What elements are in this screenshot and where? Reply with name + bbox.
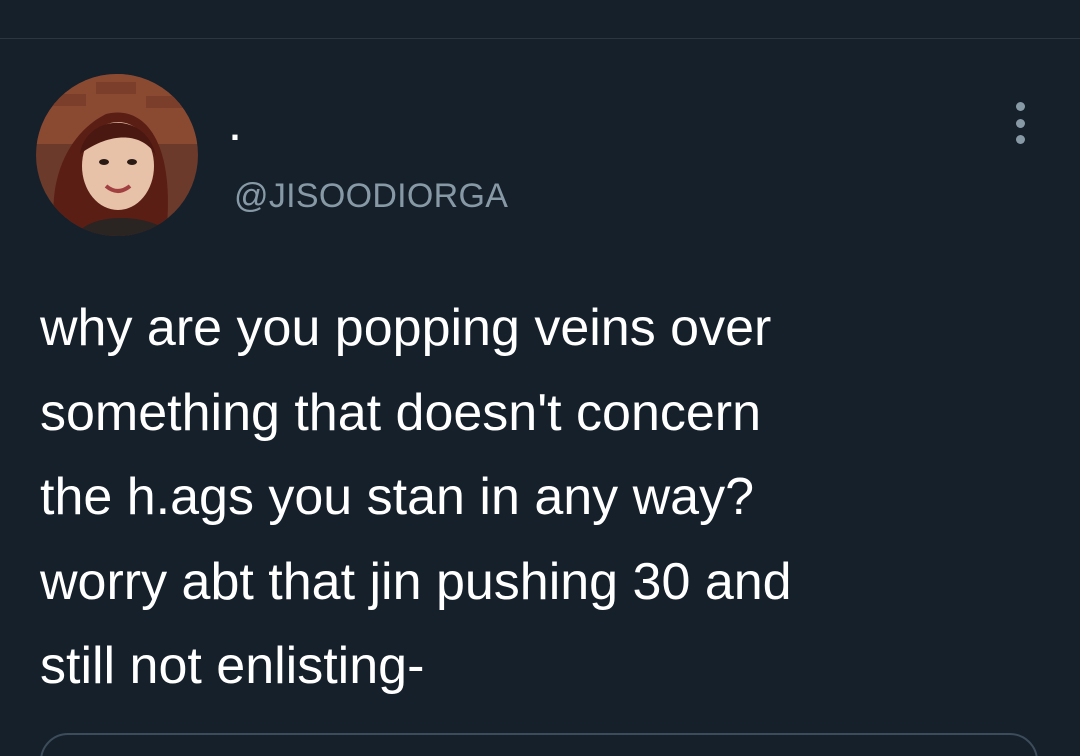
tweet-text: why are you popping veins over something… [40, 286, 1050, 709]
top-bar [0, 0, 1080, 39]
tweet-text-line: still not enlisting- [40, 637, 425, 695]
more-vertical-icon[interactable] [1006, 102, 1034, 144]
user-handle[interactable]: @JISOODIORGA [234, 176, 508, 216]
more-dot [1015, 102, 1025, 111]
display-name[interactable]: . [230, 108, 240, 148]
more-dot [1015, 118, 1025, 128]
avatar[interactable] [36, 74, 198, 236]
tweet-text-line: the h.ags you stan in any way? [40, 468, 755, 526]
tweet-text-line: something that doesn't concern [40, 383, 762, 442]
tweet-text-line: worry abt that jin pushing 30 and [40, 552, 792, 611]
tweet-text-line: why are you popping veins over [40, 299, 772, 357]
more-dot [1015, 135, 1025, 144]
avatar-photo [36, 74, 198, 236]
quoted-card-edge[interactable] [40, 733, 1038, 756]
